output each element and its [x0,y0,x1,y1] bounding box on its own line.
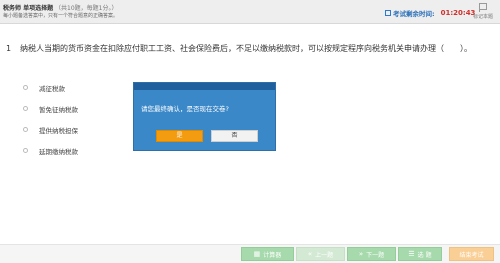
choose-question-button[interactable]: ☰ 选 题 [398,247,442,261]
radio-button[interactable] [23,127,28,132]
exam-page: 税务师 单项选择题 （共10题，每题1分。） 每小题备选答案中，只有一个符合题意… [0,0,500,263]
prev-question-label: 上一题 [315,251,334,259]
timer-label: 考试剩余时间: [393,10,435,18]
option-c[interactable]: 提供纳税担保 [23,119,78,140]
radio-button[interactable] [23,106,28,111]
option-label: 暂免征纳税款 [39,105,78,114]
calculator-label: 计算器 [263,251,282,259]
exam-header: 税务师 单项选择题 （共10题，每题1分。） 每小题备选答案中，只有一个符合题意… [0,0,500,24]
dialog-message: 请您最终确认，是否现在交卷? [141,105,229,113]
option-b[interactable]: 暂免征纳税款 [23,98,78,119]
radio-button[interactable] [23,148,28,153]
next-question-label: 下一题 [366,251,385,259]
option-label: 减征税款 [39,84,65,93]
section-title: 税务师 单项选择题 （共10题，每题1分。） [3,3,117,12]
section-instructions: 每小题备选答案中，只有一个符合题意的正确答案。 [3,13,119,19]
list-icon: ☰ [408,250,415,258]
calculator-button[interactable]: ▦ 计算器 [241,247,294,261]
dialog-header-bar [134,83,275,90]
question-text: 纳税人当期的货币资金在扣除应付职工工资、社会保险费后，不足以缴纳税款时，可以按规… [20,44,472,53]
option-a[interactable]: 减征税款 [23,77,78,98]
submit-confirm-dialog: 请您最终确认，是否现在交卷? 是 否 [133,82,276,151]
answer-options: 减征税款 暂免征纳税款 提供纳税担保 延期缴纳税款 [23,77,78,161]
end-exam-button[interactable]: 结束考试 [449,247,494,261]
choose-question-label: 选 题 [417,251,432,259]
mark-question-button[interactable]: 标记本题 [471,3,495,20]
option-d[interactable]: 延期缴纳税款 [23,140,78,161]
confirm-yes-button[interactable]: 是 [156,130,203,142]
section-title-main: 税务师 单项选择题 [3,5,54,12]
confirm-no-button[interactable]: 否 [211,130,258,142]
next-question-button[interactable]: » 下一题 [347,247,396,261]
double-chevron-left-icon: « [307,250,313,258]
option-label: 提供纳税担保 [39,126,78,135]
prev-question-button[interactable]: « 上一题 [296,247,345,261]
mark-question-label: 标记本题 [472,14,493,20]
option-label: 延期缴纳税款 [39,147,78,156]
radio-button[interactable] [23,85,28,90]
question-number: 1 [6,44,12,53]
flag-icon [479,3,487,12]
calculator-icon: ▦ [253,250,261,258]
section-title-sub: （共10题，每题1分。） [55,5,118,12]
question-block: 1 纳税人当期的货币资金在扣除应付职工工资、社会保险费后，不足以缴纳税款时，可以… [6,43,494,55]
exam-footer: ▦ 计算器 « 上一题 » 下一题 ☰ 选 题 结束考试 [0,244,500,263]
end-exam-label: 结束考试 [459,251,484,259]
countdown-timer: 考试剩余时间: 01:20:43 [385,8,475,18]
double-chevron-right-icon: » [358,250,364,258]
timer-checkbox-icon [385,10,391,16]
